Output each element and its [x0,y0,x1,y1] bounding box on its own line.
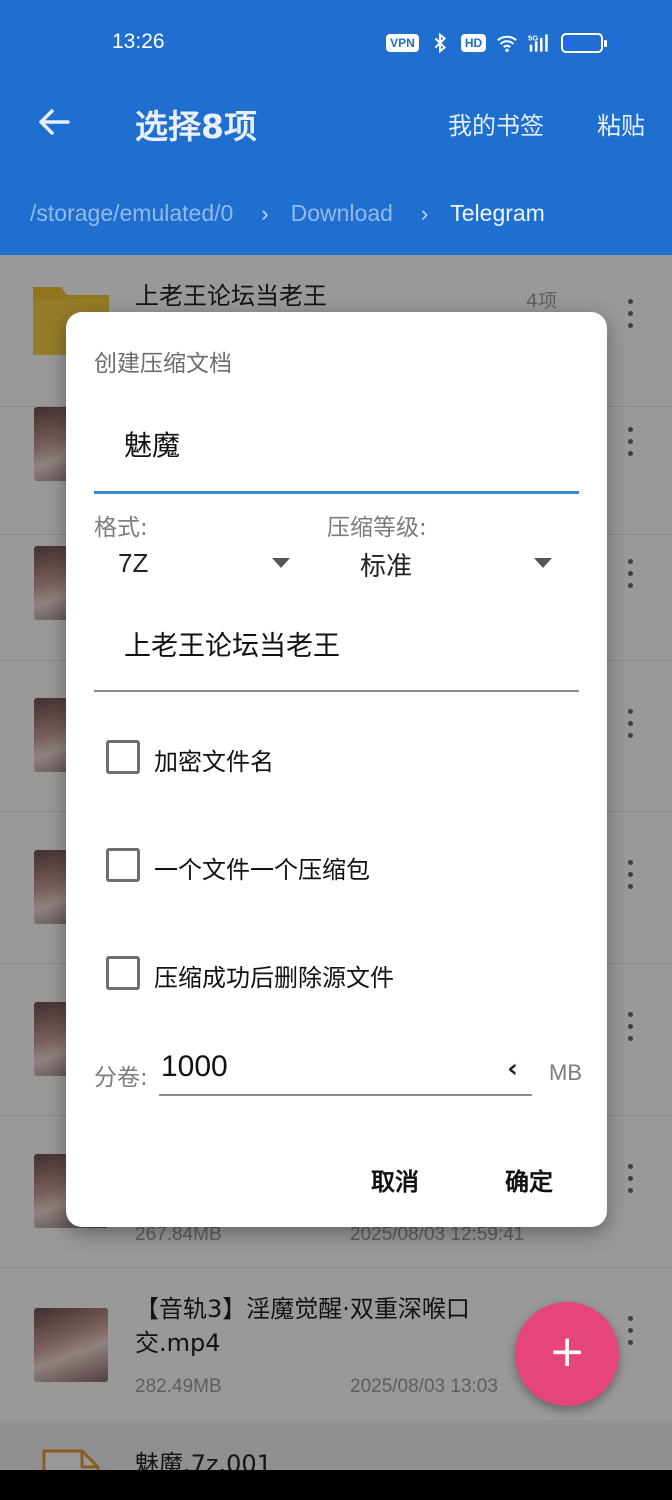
create-archive-dialog: 创建压缩文档 魅魔 格式: 压缩等级: 7Z 标准 上老王论坛当老王 加密文件名… [66,312,607,1227]
charging-icon: ⚡ [614,35,624,51]
breadcrumb-telegram[interactable]: Telegram [450,200,545,227]
status-icons: VPN HD 5G ⚡ [386,30,624,56]
level-dropdown-icon[interactable] [534,558,552,568]
chevron-left-icon[interactable]: ‹ [507,1054,518,1084]
breadcrumb: /storage/emulated/0 › Download › Telegra… [30,200,545,227]
folder-name-value: 上老王论坛当老王 [124,631,340,662]
breadcrumb-download[interactable]: Download [291,200,393,227]
confirm-button[interactable]: 确定 [505,1162,553,1197]
archive-name-value: 魅魔 [124,429,181,462]
bookmarks-button[interactable]: 我的书签 [448,106,544,141]
format-dropdown-icon[interactable] [272,558,290,568]
format-select[interactable]: 7Z [118,548,148,579]
battery-icon [561,33,608,53]
back-arrow-icon[interactable] [34,102,74,142]
encrypt-filenames-checkbox[interactable] [106,740,140,774]
page-title: 选择8项 [135,107,257,146]
vpn-badge: VPN [386,34,419,52]
wifi-icon [497,35,517,52]
level-label: 压缩等级: [327,515,427,541]
delete-source-label: 压缩成功后删除源文件 [154,964,394,992]
cancel-button[interactable]: 取消 [371,1162,419,1197]
status-time: 13:26 [112,30,165,53]
screen: 13:26 VPN HD 5G ⚡ 选择8项 我的书签 粘贴 /storage/… [0,0,672,1470]
volume-size-input[interactable]: 1000 ‹ [159,1046,532,1096]
folder-name-input[interactable]: 上老王论坛当老王 [94,610,579,692]
format-label: 格式: [94,515,148,541]
level-select[interactable]: 标准 [360,546,412,583]
bluetooth-icon [434,32,446,54]
volume-unit: MB [549,1060,582,1085]
one-archive-per-file-label: 一个文件一个压缩包 [154,856,370,884]
encrypt-filenames-label: 加密文件名 [154,748,274,776]
add-fab[interactable]: + [515,1302,619,1406]
plus-icon: + [548,1326,586,1377]
signal-5g-icon: 5G [528,33,548,52]
status-bar: 13:26 VPN HD 5G ⚡ [0,0,672,86]
volume-label: 分卷: [94,1065,148,1091]
hd-badge: HD [460,34,487,52]
archive-name-input[interactable]: 魅魔 [94,412,579,494]
breadcrumb-root[interactable]: /storage/emulated/0 [30,200,233,227]
paste-button[interactable]: 粘贴 [597,106,645,141]
delete-source-checkbox[interactable] [106,956,140,990]
network-label: 5G [528,33,538,42]
chevron-right-icon: › [261,200,269,226]
chevron-right-icon: › [420,200,429,226]
app-bar: 13:26 VPN HD 5G ⚡ 选择8项 我的书签 粘贴 /storage/… [0,0,672,255]
one-archive-per-file-checkbox[interactable] [106,848,140,882]
dialog-title: 创建压缩文档 [94,351,232,377]
volume-size-value: 1000 [161,1050,228,1083]
